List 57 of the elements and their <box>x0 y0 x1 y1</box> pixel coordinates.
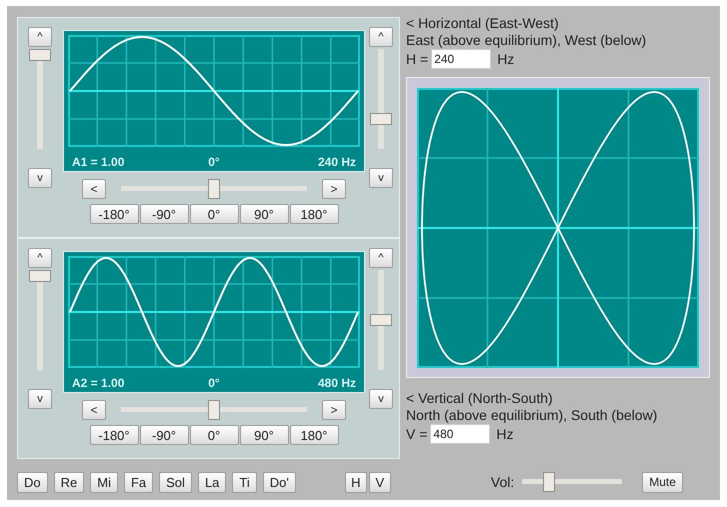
note-button[interactable]: Re <box>54 472 84 492</box>
phase-right-button[interactable]: > <box>322 179 346 199</box>
unit-label: Hz <box>497 50 514 68</box>
phase-right-button[interactable]: > <box>322 400 346 420</box>
note-button[interactable]: Ti <box>232 472 257 492</box>
slider-thumb[interactable] <box>543 472 556 492</box>
slider-thumb[interactable] <box>29 49 51 61</box>
phase-left-button[interactable]: < <box>82 179 106 199</box>
axis-title: < Vertical (North-South) <box>406 390 554 407</box>
slider-thumb[interactable] <box>370 314 392 326</box>
phase-preset-button[interactable]: 0° <box>190 425 238 445</box>
phase-preset-button[interactable]: 90° <box>240 425 288 445</box>
frequency-down-button[interactable]: v <box>369 389 393 409</box>
slider-thumb[interactable] <box>208 179 220 199</box>
axis-description: North (above equilibrium), South (below) <box>406 407 658 424</box>
note-button[interactable]: Mi <box>90 472 118 492</box>
axis-button[interactable]: H <box>344 472 367 492</box>
frequency-input[interactable]: 480 <box>430 424 490 444</box>
frequency-reading: 240 Hz <box>316 154 356 171</box>
frequency-down-button[interactable]: v <box>369 168 393 188</box>
phase-preset-button[interactable]: -180° <box>90 204 138 224</box>
mute-button[interactable]: Mute <box>642 472 683 492</box>
phase-preset-button[interactable]: -90° <box>140 204 188 224</box>
phase-preset-button[interactable]: 180° <box>290 204 338 224</box>
amplitude-down-button[interactable]: v <box>28 168 52 188</box>
amplitude-up-button[interactable]: ^ <box>28 27 52 47</box>
frequency-input[interactable]: 240 <box>431 49 492 69</box>
note-button[interactable]: Fa <box>124 472 154 492</box>
slider-thumb[interactable] <box>29 270 51 282</box>
note-button[interactable]: Do <box>17 472 48 492</box>
note-button[interactable]: Do' <box>262 472 296 492</box>
phase-preset-button[interactable]: 0° <box>190 204 238 224</box>
phase-preset-button[interactable]: 90° <box>240 204 288 224</box>
field-label: V = <box>406 426 428 442</box>
phase-left-button[interactable]: < <box>82 400 106 420</box>
slider-thumb[interactable] <box>208 400 220 420</box>
amplitude-reading: A1 = 1.00 <box>72 154 126 171</box>
note-button[interactable]: Sol <box>159 472 192 492</box>
frequency-up-button[interactable]: ^ <box>369 248 393 268</box>
note-button[interactable]: La <box>198 472 226 492</box>
field-label: H = <box>406 50 428 68</box>
phase-reading: 0° <box>207 154 221 171</box>
phase-preset-button[interactable]: -90° <box>140 425 188 445</box>
volume-label: Vol: <box>490 472 514 492</box>
axis-description: East (above equilibrium), West (below) <box>406 32 648 49</box>
amplitude-up-button[interactable]: ^ <box>28 248 52 268</box>
axis-button[interactable]: V <box>368 472 391 492</box>
frequency-up-button[interactable]: ^ <box>369 27 393 47</box>
phase-preset-button[interactable]: -180° <box>90 425 138 445</box>
phase-reading: 0° <box>207 375 221 392</box>
amplitude-reading: A2 = 1.00 <box>72 375 126 392</box>
frequency-reading: 480 Hz <box>316 375 356 392</box>
unit-label: Hz <box>496 426 514 442</box>
phase-preset-button[interactable]: 180° <box>290 425 338 445</box>
amplitude-down-button[interactable]: v <box>28 389 52 409</box>
axis-title: < Horizontal (East-West) <box>406 15 560 32</box>
slider-thumb[interactable] <box>370 113 392 126</box>
